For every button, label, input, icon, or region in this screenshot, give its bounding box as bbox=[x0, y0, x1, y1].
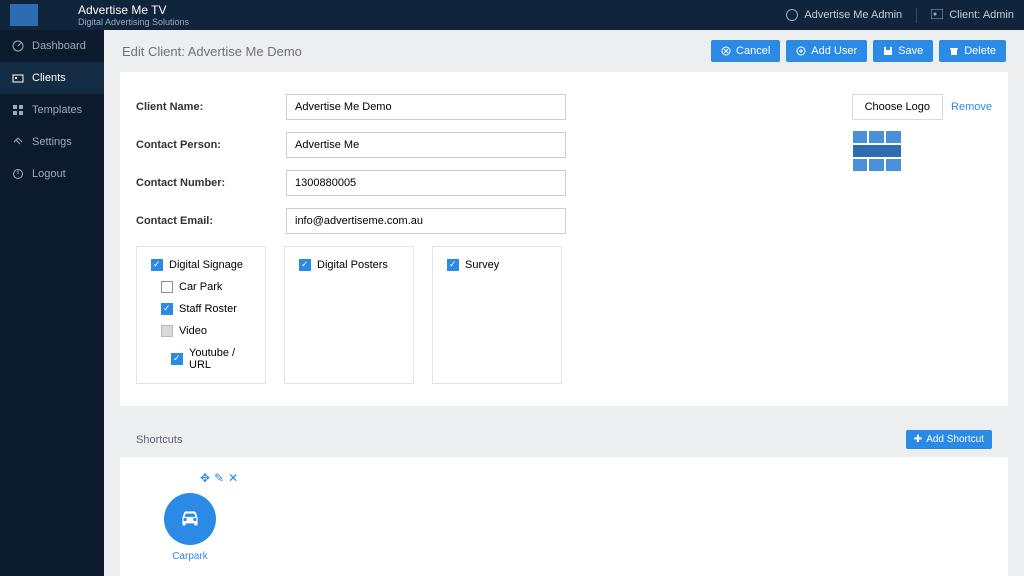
logo-column: Choose Logo Remove bbox=[852, 94, 992, 384]
sidebar-item-dashboard[interactable]: Dashboard bbox=[0, 30, 104, 62]
checkbox-icon bbox=[161, 281, 173, 293]
option-car-park[interactable]: Car Park bbox=[161, 281, 251, 293]
sidebar-item-templates[interactable]: Templates bbox=[0, 94, 104, 126]
shortcuts-bar: Shortcuts ✚Add Shortcut bbox=[120, 422, 1008, 457]
add-shortcut-button[interactable]: ✚Add Shortcut bbox=[906, 430, 992, 449]
contact-person-label: Contact Person: bbox=[136, 139, 286, 151]
contact-person-input[interactable] bbox=[286, 132, 566, 158]
option-video[interactable]: Video bbox=[161, 325, 251, 337]
topbar: Advertise Me TV Digital Advertising Solu… bbox=[0, 0, 1024, 30]
logo-preview bbox=[852, 130, 902, 172]
cancel-icon bbox=[721, 46, 731, 56]
checkbox-icon bbox=[161, 303, 173, 315]
page-title: Edit Client: Advertise Me Demo bbox=[122, 44, 302, 59]
sidebar-item-logout[interactable]: Logout bbox=[0, 158, 104, 190]
shortcut-label: Carpark bbox=[140, 551, 240, 562]
sidebar-item-label: Logout bbox=[32, 168, 66, 180]
sidebar: Dashboard Clients Templates Settings Log… bbox=[0, 30, 104, 576]
user-admin-label: Advertise Me Admin bbox=[804, 9, 902, 21]
option-staff-roster[interactable]: Staff Roster bbox=[161, 303, 251, 315]
clients-icon bbox=[12, 72, 24, 84]
app-title-block: Advertise Me TV Digital Advertising Solu… bbox=[78, 3, 189, 27]
sidebar-item-clients[interactable]: Clients bbox=[0, 62, 104, 94]
user-icon bbox=[786, 9, 798, 21]
option-survey[interactable]: Survey bbox=[447, 259, 547, 271]
header-buttons: Cancel Add User Save Delete bbox=[711, 40, 1006, 62]
option-box-digital-posters: Digital Posters bbox=[284, 246, 414, 384]
client-admin-link[interactable]: Client: Admin bbox=[931, 9, 1014, 22]
option-youtube[interactable]: Youtube / URL bbox=[171, 347, 251, 371]
shortcut-delete-icon[interactable]: ✕ bbox=[228, 471, 238, 485]
checkbox-icon bbox=[299, 259, 311, 271]
option-box-digital-signage: Digital Signage Car Park Staff Roster Vi… bbox=[136, 246, 266, 384]
cancel-button[interactable]: Cancel bbox=[711, 40, 780, 62]
user-admin-link[interactable]: Advertise Me Admin bbox=[786, 9, 902, 21]
shortcut-actions: ✥ ✎ ✕ bbox=[200, 471, 988, 485]
sidebar-item-label: Settings bbox=[32, 136, 72, 148]
contact-email-input[interactable] bbox=[286, 208, 566, 234]
dashboard-icon bbox=[12, 40, 24, 52]
checkbox-icon bbox=[447, 259, 459, 271]
option-digital-signage[interactable]: Digital Signage bbox=[151, 259, 251, 271]
client-name-input[interactable] bbox=[286, 94, 566, 120]
save-icon bbox=[883, 46, 893, 56]
add-user-button[interactable]: Add User bbox=[786, 40, 867, 62]
badge-icon bbox=[931, 9, 943, 22]
client-name-label: Client Name: bbox=[136, 101, 286, 113]
checkbox-icon bbox=[151, 259, 163, 271]
page-header: Edit Client: Advertise Me Demo Cancel Ad… bbox=[104, 30, 1024, 72]
checkbox-icon bbox=[171, 353, 183, 365]
sidebar-item-settings[interactable]: Settings bbox=[0, 126, 104, 158]
option-digital-posters[interactable]: Digital Posters bbox=[299, 259, 399, 271]
checkbox-icon bbox=[161, 325, 173, 337]
app-logo bbox=[10, 4, 38, 26]
plus-icon bbox=[796, 46, 806, 56]
delete-button[interactable]: Delete bbox=[939, 40, 1006, 62]
remove-logo-link[interactable]: Remove bbox=[951, 101, 992, 113]
contact-number-input[interactable] bbox=[286, 170, 566, 196]
shortcut-carpark-icon bbox=[164, 493, 216, 545]
logout-icon bbox=[12, 168, 24, 180]
divider bbox=[916, 8, 917, 23]
shortcut-item[interactable]: Carpark bbox=[140, 493, 240, 562]
choose-logo-button[interactable]: Choose Logo bbox=[852, 94, 943, 120]
shortcuts-panel: ✥ ✎ ✕ Carpark bbox=[120, 457, 1008, 576]
shortcut-edit-icon[interactable]: ✎ bbox=[214, 471, 224, 485]
sidebar-item-label: Dashboard bbox=[32, 40, 86, 52]
app-subtitle: Digital Advertising Solutions bbox=[78, 17, 189, 27]
topbar-right: Advertise Me Admin Client: Admin bbox=[786, 8, 1014, 23]
shortcuts-title: Shortcuts bbox=[136, 434, 182, 446]
app-name: Advertise Me TV bbox=[78, 3, 189, 17]
plus-icon: ✚ bbox=[914, 434, 922, 445]
shortcut-move-icon[interactable]: ✥ bbox=[200, 471, 210, 485]
save-button[interactable]: Save bbox=[873, 40, 933, 62]
contact-number-label: Contact Number: bbox=[136, 177, 286, 189]
option-box-survey: Survey bbox=[432, 246, 562, 384]
sidebar-item-label: Templates bbox=[32, 104, 82, 116]
settings-icon bbox=[12, 136, 24, 148]
sidebar-item-label: Clients bbox=[32, 72, 66, 84]
contact-email-label: Contact Email: bbox=[136, 215, 286, 227]
trash-icon bbox=[949, 46, 959, 56]
form-panel: Client Name: Contact Person: Contact Num… bbox=[120, 72, 1008, 406]
client-admin-label: Client: Admin bbox=[949, 9, 1014, 21]
templates-icon bbox=[12, 104, 24, 116]
